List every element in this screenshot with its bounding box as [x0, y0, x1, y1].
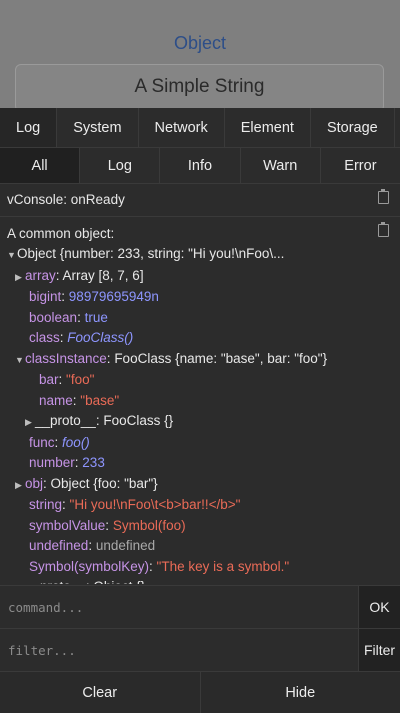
tree-value: "Hi you!\nFoo\t<b>bar!!</b>": [69, 497, 241, 512]
tree-colon: :: [77, 309, 85, 325]
tree-key: bigint: [29, 289, 62, 304]
log-item-object: A common object: ▼Object {number: 233, s…: [0, 217, 400, 584]
tree-value: Object {}: [93, 579, 145, 584]
tree-key: bar: [39, 372, 59, 387]
tree-row: name: "base": [7, 391, 370, 412]
log-item-ready: vConsole: onReady: [0, 184, 400, 217]
tree-row: bigint: 98979695949n: [7, 287, 370, 308]
tree-value: "foo": [66, 372, 95, 387]
subtab-log[interactable]: Log: [80, 148, 161, 183]
tree-row[interactable]: ▶ obj: Object {foo: "bar"}: [7, 474, 370, 496]
tree-row[interactable]: ▶ array: Array [8, 7, 6]: [7, 266, 370, 288]
clear-button[interactable]: Clear: [0, 672, 201, 713]
hide-button[interactable]: Hide: [201, 672, 400, 713]
tree-row: bar: "foo": [7, 370, 370, 391]
subtab-error[interactable]: Error: [321, 148, 400, 183]
tree-value: 233: [82, 455, 105, 470]
tree-colon: :: [54, 434, 63, 450]
copy-icon[interactable]: [378, 189, 389, 204]
tree-colon: :: [105, 517, 113, 533]
tree-row[interactable]: ▼classInstance: FooClass {name: "base", …: [7, 349, 370, 371]
tree-value: Object {foo: "bar"}: [50, 475, 158, 491]
tree-key: __proto__: [35, 413, 96, 428]
tree-value: FooClass {}: [103, 413, 174, 428]
subtab-warn[interactable]: Warn: [241, 148, 321, 183]
filter-row: Filter: [0, 628, 400, 671]
tree-colon: :: [62, 497, 70, 512]
tree-value: FooClass {name: "base", bar: "foo"}: [114, 350, 328, 366]
tree-row: Symbol(symbolKey): "The key is a symbol.…: [7, 557, 370, 578]
tree-row: boolean: true: [7, 308, 370, 329]
tree-value: FooClass(): [67, 330, 134, 345]
bottom-bar: OK Filter Clear Hide: [0, 585, 400, 713]
object-tree: ▶ array: Array [8, 7, 6] bigint: 989796959…: [7, 266, 370, 585]
tree-colon: :: [43, 475, 51, 491]
ok-button[interactable]: OK: [358, 586, 400, 628]
page-title: Object: [173, 33, 227, 53]
tree-key: boolean: [29, 309, 78, 325]
vconsole-panel: Log System Network Element Storage All L…: [0, 108, 400, 713]
tree-colon: :: [88, 538, 96, 553]
tree-key: class: [29, 330, 60, 345]
tree-key: symbolValue: [29, 517, 106, 533]
tab-network[interactable]: Network: [139, 108, 225, 147]
log-label: A common object:: [7, 226, 115, 241]
string-input[interactable]: A Simple String: [15, 64, 384, 112]
copy-icon[interactable]: [378, 222, 389, 237]
filter-button[interactable]: Filter: [358, 629, 400, 671]
tab-system[interactable]: System: [57, 108, 139, 147]
tree-key: __proto__: [25, 579, 86, 584]
command-input[interactable]: [0, 586, 358, 628]
tree-row[interactable]: ▶ __proto__: FooClass {}: [7, 411, 370, 433]
subtab-info[interactable]: Info: [160, 148, 241, 183]
tree-row: number: 233: [7, 453, 370, 474]
tree-colon: :: [149, 558, 157, 574]
tree-value: true: [84, 309, 108, 325]
tree-value: Array [8, 7, 6]: [62, 267, 144, 283]
tree-value: undefined: [95, 538, 156, 553]
log-text: vConsole: onReady: [7, 192, 125, 207]
caret-right-icon: ▶: [25, 417, 32, 427]
tree-colon: :: [55, 267, 63, 283]
tree-colon: :: [58, 372, 67, 387]
tree-key: undefined: [29, 538, 89, 553]
tree-key: string: [29, 497, 63, 512]
footer: Clear Hide: [0, 671, 400, 713]
tree-key: name: [39, 392, 73, 408]
tab-element[interactable]: Element: [225, 108, 311, 147]
filter-input[interactable]: [0, 629, 358, 671]
command-row: OK: [0, 585, 400, 628]
subtab-all[interactable]: All: [0, 148, 81, 183]
object-summary-text: Object {number: 233, string: "Hi you!\nF…: [17, 246, 285, 261]
object-summary[interactable]: ▼Object {number: 233, string: "Hi you!\n…: [7, 244, 370, 266]
caret-right-icon: ▶: [15, 479, 22, 490]
tree-value: "The key is a symbol.": [156, 558, 290, 574]
tree-row: func: foo(): [7, 433, 370, 454]
tab-bar: Log System Network Element Storage: [0, 108, 400, 148]
caret-down-icon: ▼: [15, 354, 24, 365]
tree-key: array: [25, 267, 56, 283]
tree-row: symbolValue: Symbol(foo): [7, 516, 370, 537]
log-type-bar: All Log Info Warn Error: [0, 148, 400, 184]
tree-row: string: "Hi you!\nFoo\t<b>bar!!</b>": [7, 495, 370, 516]
tree-value: 98979695949n: [68, 289, 159, 304]
tree-value: foo(): [62, 434, 90, 450]
tree-row[interactable]: ▶__proto__: Object {}: [7, 577, 370, 584]
tree-key: number: [29, 455, 75, 470]
tree-key: obj: [25, 475, 44, 491]
tab-storage[interactable]: Storage: [311, 108, 395, 147]
tree-key: Symbol(symbolKey): [29, 558, 150, 574]
tab-log[interactable]: Log: [0, 108, 58, 147]
tree-colon: :: [61, 289, 69, 304]
tree-key: func: [29, 434, 55, 450]
caret-right-icon: ▶: [15, 578, 25, 584]
tree-row: undefined: undefined: [7, 536, 370, 557]
tree-value: "base": [80, 392, 120, 408]
caret-right-icon: ▶: [15, 271, 22, 282]
tree-row: class: FooClass(): [7, 328, 370, 349]
caret-down-icon: ▼: [7, 250, 16, 260]
tree-value: Symbol(foo): [112, 517, 186, 533]
tree-key: classInstance: [25, 350, 107, 366]
log-list[interactable]: vConsole: onReady A common object: ▼Obje…: [0, 184, 400, 584]
